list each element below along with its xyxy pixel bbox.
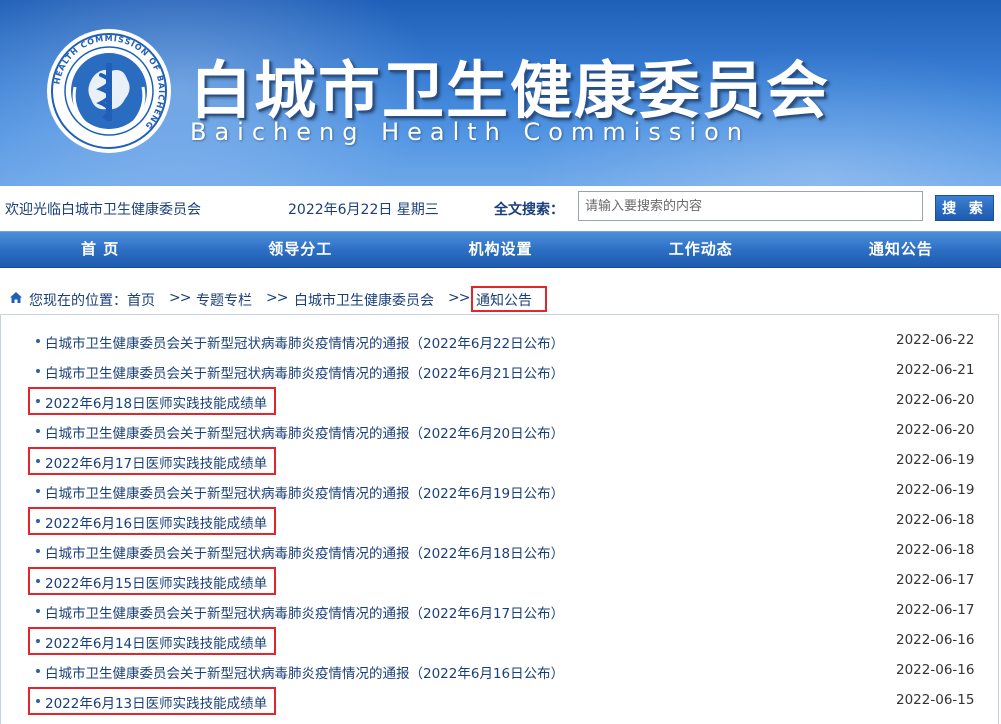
red-highlight-box: [28, 627, 276, 655]
highlighted-list-item[interactable]: 2022年6月17日医师实践技能成绩单 2022-06-19: [1, 446, 1000, 476]
list-item[interactable]: 白城市卫生健康委员会关于新型冠状病毒肺炎疫情情况的通报（2022年6月20日公布…: [1, 416, 1000, 446]
red-highlight-box: [28, 387, 276, 415]
search-button[interactable]: 搜 索: [935, 195, 994, 221]
search-input[interactable]: [578, 191, 923, 221]
list-item-date: 2022-06-17: [896, 572, 975, 588]
bullet-icon: [36, 549, 40, 553]
notice-list: 白城市卫生健康委员会关于新型冠状病毒肺炎疫情情况的通报（2022年6月22日公布…: [0, 314, 999, 724]
list-item-date: 2022-06-18: [896, 512, 975, 528]
current-date: 2022年6月22日 星期三: [288, 202, 439, 218]
list-item-date: 2022-06-18: [896, 542, 975, 558]
list-item-date: 2022-06-19: [896, 452, 975, 468]
health-commission-emblem-icon: HEALTH COMMISSION OF BAICHENG: [47, 29, 171, 153]
nav-item-notices[interactable]: 通知公告: [801, 232, 1001, 267]
list-item-date: 2022-06-20: [896, 422, 975, 438]
list-item[interactable]: 白城市卫生健康委员会关于新型冠状病毒肺炎疫情情况的通报（2022年6月18日公布…: [1, 536, 1000, 566]
breadcrumb-home-link[interactable]: 首页: [127, 290, 155, 310]
list-item[interactable]: 白城市卫生健康委员会关于新型冠状病毒肺炎疫情情况的通报（2022年6月21日公布…: [1, 356, 1000, 386]
list-item-title[interactable]: 白城市卫生健康委员会关于新型冠状病毒肺炎疫情情况的通报（2022年6月17日公布…: [45, 602, 564, 622]
highlighted-list-item[interactable]: 2022年6月14日医师实践技能成绩单 2022-06-16: [1, 626, 1000, 656]
nav-item-leadership[interactable]: 领导分工: [200, 232, 400, 267]
list-item[interactable]: 白城市卫生健康委员会关于新型冠状病毒肺炎疫情情况的通报（2022年6月22日公布…: [1, 326, 1000, 356]
nav-item-organization[interactable]: 机构设置: [400, 232, 600, 267]
search-label: 全文搜索：: [494, 202, 564, 218]
highlighted-list-item[interactable]: 2022年6月13日医师实践技能成绩单 2022-06-15: [1, 686, 1000, 716]
list-item[interactable]: 白城市卫生健康委员会关于新型冠状病毒肺炎疫情情况的通报（2022年6月17日公布…: [1, 596, 1000, 626]
site-title: 白城市卫生健康委员会: [190, 54, 831, 127]
list-item-date: 2022-06-22: [896, 332, 975, 348]
list-item-date: 2022-06-16: [896, 632, 975, 648]
bullet-icon: [36, 429, 40, 433]
red-highlight-box: [28, 447, 276, 475]
site-subtitle: Baicheng Health Commission: [190, 118, 750, 146]
breadcrumb-special-topics-link[interactable]: 专题专栏: [196, 290, 252, 310]
list-item[interactable]: 白城市卫生健康委员会关于新型冠状病毒肺炎疫情情况的通报（2022年6月16日公布…: [1, 656, 1000, 686]
list-item-date: 2022-06-20: [896, 392, 975, 408]
list-item-title[interactable]: 白城市卫生健康委员会关于新型冠状病毒肺炎疫情情况的通报（2022年6月20日公布…: [45, 422, 564, 442]
red-highlight-box: [28, 507, 276, 535]
list-item-title[interactable]: 白城市卫生健康委员会关于新型冠状病毒肺炎疫情情况的通报（2022年6月18日公布…: [45, 542, 564, 562]
highlighted-list-item[interactable]: 2022年6月15日医师实践技能成绩单 2022-06-17: [1, 566, 1000, 596]
bullet-icon: [36, 489, 40, 493]
breadcrumb-current-highlight: [471, 286, 547, 312]
breadcrumb-prefix: 您现在的位置：: [29, 293, 127, 309]
welcome-text: 欢迎光临白城市卫生健康委员会: [5, 202, 201, 218]
list-item-title[interactable]: 白城市卫生健康委员会关于新型冠状病毒肺炎疫情情况的通报（2022年6月21日公布…: [45, 362, 564, 382]
breadcrumb-separator: >>: [448, 290, 470, 306]
list-item-title[interactable]: 白城市卫生健康委员会关于新型冠状病毒肺炎疫情情况的通报（2022年6月19日公布…: [45, 482, 564, 502]
list-item-title[interactable]: 白城市卫生健康委员会关于新型冠状病毒肺炎疫情情况的通报（2022年6月16日公布…: [45, 662, 564, 682]
bullet-icon: [36, 669, 40, 673]
breadcrumb-separator: >>: [169, 290, 191, 306]
breadcrumb-separator: >>: [266, 290, 288, 306]
list-item-date: 2022-06-17: [896, 602, 975, 618]
list-item-title[interactable]: 白城市卫生健康委员会关于新型冠状病毒肺炎疫情情况的通报（2022年6月22日公布…: [45, 332, 564, 352]
list-item-date: 2022-06-15: [896, 692, 975, 708]
highlighted-list-item[interactable]: 2022年6月18日医师实践技能成绩单 2022-06-20: [1, 386, 1000, 416]
highlighted-list-item[interactable]: 2022年6月16日医师实践技能成绩单 2022-06-18: [1, 506, 1000, 536]
list-item[interactable]: 白城市卫生健康委员会关于新型冠状病毒肺炎疫情情况的通报（2022年6月19日公布…: [1, 476, 1000, 506]
breadcrumb-commission-link[interactable]: 白城市卫生健康委员会: [294, 290, 434, 310]
home-icon: [10, 292, 22, 303]
bullet-icon: [36, 369, 40, 373]
nav-item-news[interactable]: 工作动态: [601, 232, 801, 267]
top-info-bar: 欢迎光临白城市卫生健康委员会 2022年6月22日 星期三 全文搜索： 搜 索: [0, 186, 1001, 230]
red-highlight-box: [28, 567, 276, 595]
nav-item-home[interactable]: 首 页: [0, 232, 200, 267]
main-nav: 首 页 领导分工 机构设置 工作动态 通知公告: [0, 231, 1001, 268]
list-item-date: 2022-06-19: [896, 482, 975, 498]
site-banner: HEALTH COMMISSION OF BAICHENG 白城市卫生健康委员会…: [0, 0, 1001, 186]
bullet-icon: [36, 609, 40, 613]
list-item-date: 2022-06-21: [896, 362, 975, 378]
list-item-date: 2022-06-16: [896, 662, 975, 678]
red-highlight-box: [28, 687, 276, 715]
bullet-icon: [36, 339, 40, 343]
